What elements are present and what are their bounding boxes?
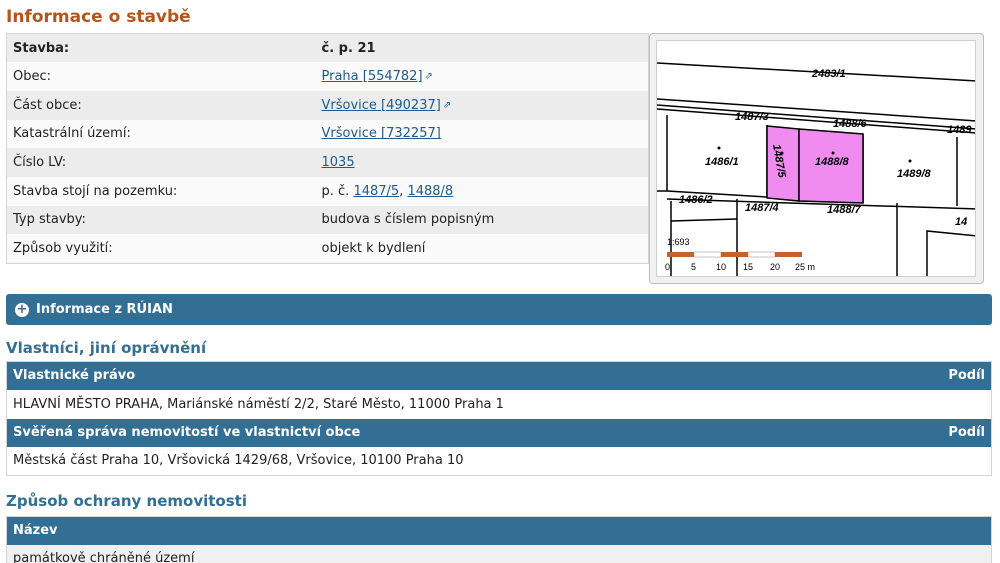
cadastral-map-preview[interactable]: 2483/1 1487/3 1488/6 1489 1486/1 1487/5 … <box>649 33 984 284</box>
scale-tick: 25 m <box>795 262 815 272</box>
parcel-label: 14 <box>955 216 967 228</box>
scale-bar: 1:693 0 5 10 15 20 25 m <box>665 237 815 272</box>
table-row: Číslo LV: 1035 <box>6 148 649 177</box>
column-header-share: Podíl <box>873 361 992 390</box>
column-header: Svěřená správa nemovitostí ve vlastnictv… <box>6 418 874 447</box>
row-label: Způsob využití: <box>6 234 322 263</box>
table-row: Stavba: č. p. 21 <box>6 33 649 63</box>
parcel-separator: , <box>399 183 404 199</box>
parcel-label: 1487/3 <box>735 111 769 123</box>
table-row: Stavba stojí na pozemku: p. č. 1487/5, 1… <box>6 176 649 206</box>
row-label: Katastrální území: <box>6 119 322 149</box>
protection-entry: památkově chráněné území <box>6 544 992 563</box>
owner-entry: HLAVNÍ MĚSTO PRAHA, Mariánské náměstí 2/… <box>6 389 992 419</box>
row-value: č. p. 21 <box>321 33 649 63</box>
owners-table: Vlastnické právo Podíl HLAVNÍ MĚSTO PRAH… <box>6 361 992 476</box>
row-label: Typ stavby: <box>6 205 322 235</box>
column-header-share: Podíl <box>873 418 992 447</box>
scale-ratio: 1:693 <box>667 237 690 247</box>
table-header-row: Svěřená správa nemovitostí ve vlastnictv… <box>6 418 992 447</box>
protection-table: Název památkově chráněné území <box>6 516 992 563</box>
parcel-label: 1488/6 <box>833 118 868 130</box>
external-link-icon[interactable]: ⇗ <box>443 100 451 111</box>
scale-tick: 10 <box>716 262 726 272</box>
table-row: Část obce: Vršovice [490237] ⇗ <box>6 90 649 120</box>
katastralni-uzemi-link[interactable]: Vršovice [732257] <box>322 126 441 141</box>
scale-tick: 20 <box>770 262 780 272</box>
column-header: Vlastnické právo <box>6 361 874 390</box>
row-value: budova s číslem popisným <box>321 205 649 235</box>
plus-circle-icon: + <box>15 301 29 317</box>
building-info-table: Stavba: č. p. 21 Obec: Praha [554782] ⇗ Č… <box>6 33 649 264</box>
parcel-label: 1488/7 <box>827 204 862 216</box>
parcel-label: 1487/4 <box>745 202 779 214</box>
table-row: Obec: Praha [554782] ⇗ <box>6 62 649 91</box>
row-label: Část obce: <box>6 90 322 120</box>
cast-obce-link[interactable]: Vršovice [490237] <box>322 98 441 113</box>
cislo-lv-link[interactable]: 1035 <box>322 155 355 170</box>
parcel-label: 2483/1 <box>811 68 846 80</box>
ruian-expand-button[interactable]: + Informace z RÚIAN <box>6 294 992 325</box>
column-header: Název <box>6 516 992 545</box>
table-header-row: Vlastnické právo Podíl <box>6 361 992 390</box>
parcel-link-2[interactable]: 1488/8 <box>407 184 453 199</box>
parcel-label: 1486/2 <box>679 194 713 206</box>
parcel-label: 1488/8 <box>815 156 850 168</box>
row-label: Stavba stojí na pozemku: <box>6 176 322 206</box>
table-row: Katastrální území: Vršovice [732257] <box>6 119 649 149</box>
protection-section-title: Způsob ochrany nemovitosti <box>6 492 247 510</box>
parcel-label: 1489/8 <box>897 168 932 180</box>
scale-tick: 0 <box>665 262 670 272</box>
table-row: památkově chráněné území <box>6 544 992 563</box>
row-label: Číslo LV: <box>6 148 322 177</box>
parcel-label: 1486/1 <box>705 156 739 168</box>
table-row: Způsob využití: objekt k bydlení <box>6 234 649 263</box>
ruian-label: Informace z RÚIAN <box>36 302 173 317</box>
table-row: Městská část Praha 10, Vršovická 1429/68… <box>6 446 992 476</box>
table-row: HLAVNÍ MĚSTO PRAHA, Mariánské náměstí 2/… <box>6 389 992 419</box>
row-value: objekt k bydlení <box>321 234 649 263</box>
table-header-row: Název <box>6 516 992 545</box>
parcel-prefix: p. č. <box>321 183 350 199</box>
scale-tick: 15 <box>743 262 753 272</box>
row-label: Obec: <box>6 62 322 91</box>
parcel-link-1[interactable]: 1487/5 <box>353 184 399 199</box>
row-label: Stavba: <box>6 33 322 63</box>
external-link-icon[interactable]: ⇗ <box>425 71 433 82</box>
cadastral-map[interactable]: 2483/1 1487/3 1488/6 1489 1486/1 1487/5 … <box>657 41 976 277</box>
page-title: Informace o stavbě <box>6 7 191 27</box>
parcel-label: 1489 <box>947 124 972 136</box>
owners-section-title: Vlastníci, jiní oprávnění <box>6 339 207 357</box>
owner-entry: Městská část Praha 10, Vršovická 1429/68… <box>6 446 992 476</box>
table-row: Typ stavby: budova s číslem popisným <box>6 205 649 235</box>
scale-tick: 5 <box>691 262 696 272</box>
obec-link[interactable]: Praha [554782] <box>322 69 423 84</box>
